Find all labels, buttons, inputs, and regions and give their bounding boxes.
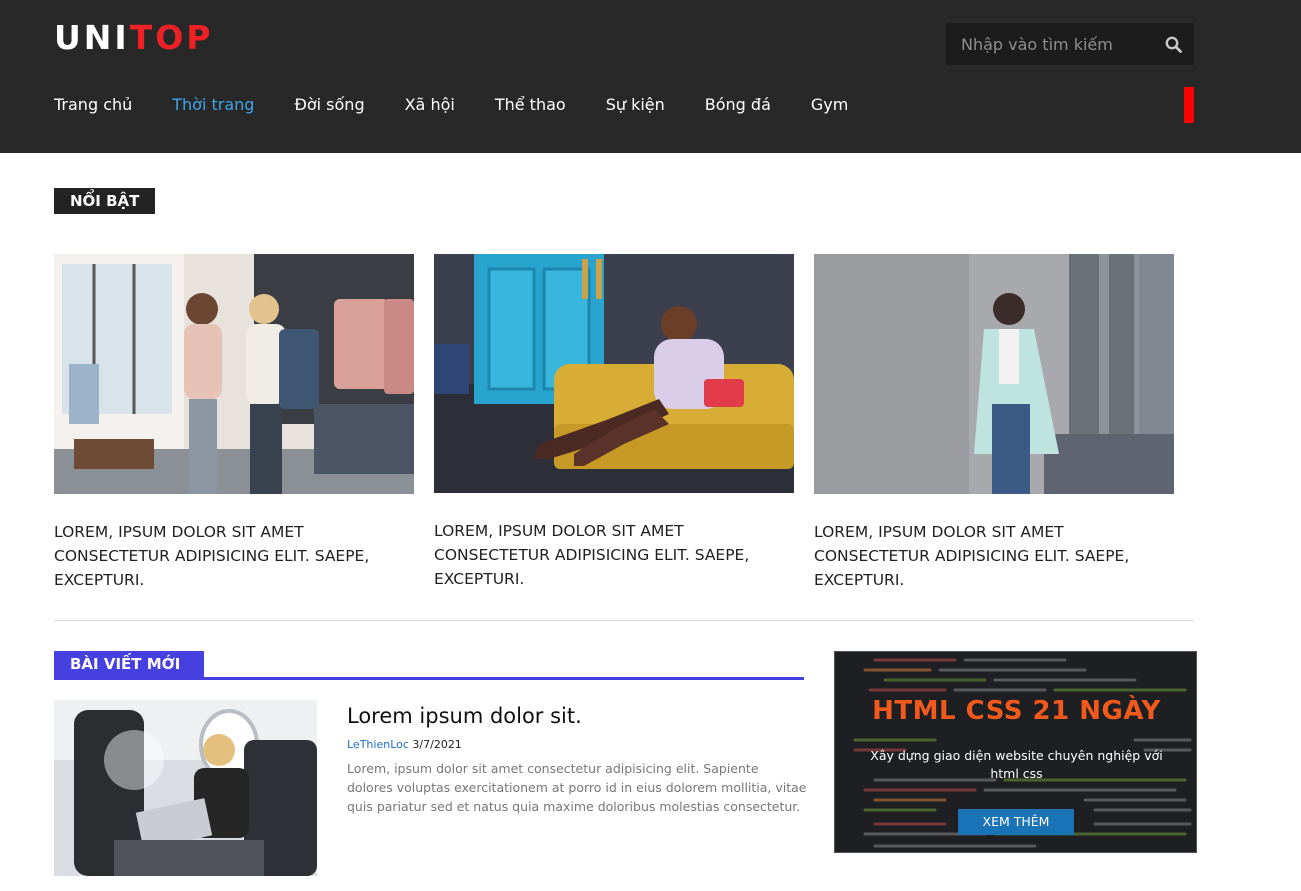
featured-title[interactable]: LOREM, IPSUM DOLOR SIT AMET CONSECTETUR … — [54, 520, 420, 592]
nav-item-xa-hoi[interactable]: Xã hội — [405, 92, 455, 118]
search-icon — [1165, 36, 1182, 53]
banner-title: HTML CSS 21 NGÀY — [872, 696, 1161, 726]
post-date: 3/7/2021 — [412, 738, 462, 751]
site-logo[interactable]: UNITOP — [54, 18, 213, 58]
featured-section-label: NỔI BẬT — [54, 188, 156, 214]
course-banner[interactable]: HTML CSS 21 NGÀY Xây dựng giao diện webs… — [834, 651, 1197, 853]
post-author[interactable]: LeThienLoc — [347, 738, 409, 751]
post-image-airplane[interactable] — [54, 700, 317, 876]
new-posts-header: BÀI VIẾT MỚI — [54, 651, 804, 680]
featured-card[interactable]: LOREM, IPSUM DOLOR SIT AMET CONSECTETUR … — [54, 254, 420, 592]
view-more-button[interactable]: XEM THÊM — [958, 809, 1074, 835]
featured-image-shopping[interactable] — [54, 254, 414, 494]
featured-image-sofa[interactable] — [434, 254, 794, 493]
main-nav: Trang chủ Thời trang Đời sống Xã hội Thể… — [54, 92, 888, 118]
post-excerpt: Lorem, ipsum dolor sit amet consectetur … — [347, 761, 807, 814]
logo-part-uni: UNI — [54, 18, 130, 57]
nav-item-thoi-trang[interactable]: Thời trang — [172, 92, 254, 118]
banner-subtitle: Xây dựng giao diện website chuyên nghiệp… — [870, 748, 1163, 781]
nav-item-gym[interactable]: Gym — [811, 92, 848, 118]
featured-title[interactable]: LOREM, IPSUM DOLOR SIT AMET CONSECTETUR … — [814, 520, 1180, 592]
nav-item-bong-da[interactable]: Bóng đá — [705, 92, 771, 118]
new-posts-label: BÀI VIẾT MỚI — [54, 651, 204, 677]
site-header: UNITOP Trang chủ Thời trang Đời sống Xã … — [0, 0, 1301, 153]
logo-part-top: TOP — [129, 18, 214, 57]
nav-item-trang-chu[interactable]: Trang chủ — [54, 92, 132, 118]
nav-item-su-kien[interactable]: Sự kiện — [606, 92, 665, 118]
section-divider — [54, 620, 1194, 621]
search-input[interactable] — [946, 23, 1152, 65]
search-box — [946, 23, 1194, 65]
featured-title[interactable]: LOREM, IPSUM DOLOR SIT AMET CONSECTETUR … — [434, 519, 800, 591]
nav-item-the-thao[interactable]: Thể thao — [495, 92, 566, 118]
nav-item-doi-song[interactable]: Đời sống — [294, 92, 364, 118]
post-title[interactable]: Lorem ipsum dolor sit. — [347, 702, 582, 730]
featured-card[interactable]: LOREM, IPSUM DOLOR SIT AMET CONSECTETUR … — [814, 254, 1180, 592]
featured-card[interactable]: LOREM, IPSUM DOLOR SIT AMET CONSECTETUR … — [434, 254, 800, 591]
featured-image-coat[interactable] — [814, 254, 1174, 494]
search-button[interactable] — [1152, 23, 1194, 65]
post-meta: LeThienLoc 3/7/2021 — [347, 738, 462, 752]
menu-toggle-bar[interactable] — [1184, 87, 1194, 123]
